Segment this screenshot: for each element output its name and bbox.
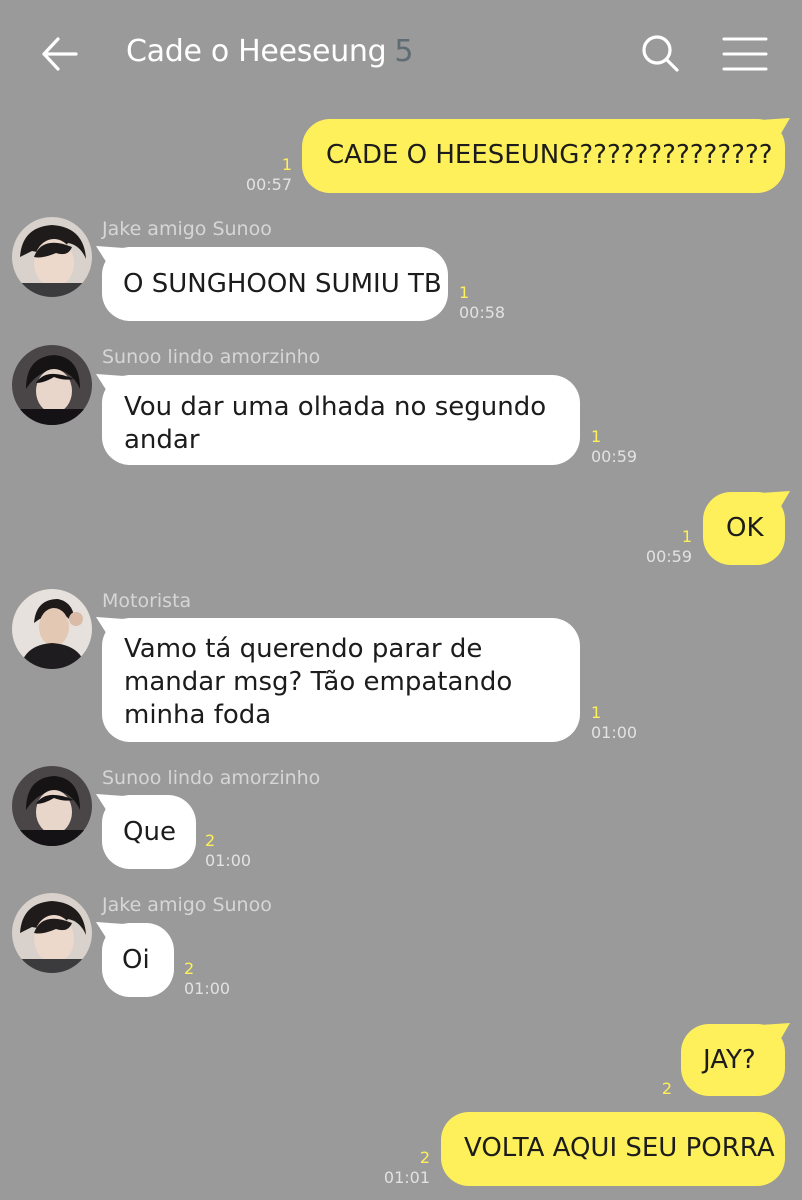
message-time: 01:01 <box>383 1168 430 1187</box>
message-meta: 1 00:59 <box>591 427 637 467</box>
message-text: O SUNGHOON SUMIU TB <box>123 269 442 299</box>
message-meta: 1 00:58 <box>459 283 505 323</box>
chat-title-text: Cade o Heeseung <box>126 34 387 69</box>
member-count: 5 <box>394 34 414 69</box>
search-icon <box>642 35 679 72</box>
avatar-jake[interactable] <box>12 893 92 973</box>
bubble-tail <box>96 794 124 816</box>
message-text: Vamo tá querendo parar de mandar msg? Tã… <box>124 634 513 730</box>
bubble-tail <box>760 491 790 515</box>
incoming-message-bubble[interactable]: Vamo tá querendo parar de mandar msg? Tã… <box>102 618 580 742</box>
unread-count: 1 <box>459 283 470 302</box>
message-meta: 2 01:00 <box>184 959 230 999</box>
unread-count: 1 <box>681 527 692 546</box>
outgoing-message-bubble[interactable]: VOLTA AQUI SEU PORRA <box>441 1112 785 1186</box>
unread-count: 2 <box>661 1079 672 1098</box>
message-meta: 1 00:57 <box>230 155 292 195</box>
chat-header: Cade o Heeseung 5 <box>0 0 802 105</box>
unread-count: 2 <box>205 831 216 850</box>
message-time: 00:58 <box>459 303 506 322</box>
message-meta: 2 01:00 <box>205 831 251 871</box>
message-meta: 2 01:01 <box>368 1148 430 1188</box>
avatar-motorista[interactable] <box>12 589 92 669</box>
message-text: Oi <box>122 945 150 975</box>
back-arrow-icon <box>42 37 78 71</box>
menu-button[interactable] <box>718 30 772 78</box>
message-time: 00:59 <box>645 547 692 566</box>
bubble-tail <box>96 374 124 396</box>
unread-count: 2 <box>419 1148 430 1167</box>
avatar-sunoo[interactable] <box>12 345 92 425</box>
message-text: Vou dar uma olhada no segundo andar <box>124 392 547 455</box>
sender-name: Motorista <box>102 590 192 612</box>
menu-icon <box>722 37 768 71</box>
sender-name: Sunoo lindo amorzinho <box>102 767 321 789</box>
sender-name: Sunoo lindo amorzinho <box>102 346 321 368</box>
message-time: 00:57 <box>245 175 292 194</box>
message-text: JAY? <box>703 1045 756 1075</box>
avatar-jake[interactable] <box>12 217 92 297</box>
bubble-tail <box>760 1023 790 1047</box>
message-meta: 2 <box>610 1079 672 1099</box>
message-text: VOLTA AQUI SEU PORRA <box>464 1133 775 1163</box>
message-time: 01:00 <box>591 723 638 742</box>
sender-name: Jake amigo Sunoo <box>102 894 272 916</box>
message-time: 01:00 <box>205 851 252 870</box>
message-time: 01:00 <box>184 979 231 998</box>
unread-count: 2 <box>184 959 195 978</box>
bubble-tail <box>96 617 124 639</box>
search-button[interactable] <box>636 30 684 78</box>
sender-name: Jake amigo Sunoo <box>102 218 272 240</box>
message-meta: 1 01:00 <box>591 703 637 743</box>
chat-title: Cade o Heeseung 5 <box>126 34 413 69</box>
outgoing-message-bubble[interactable]: CADE O HEESEUNG?????????????? <box>302 119 785 193</box>
unread-count: 1 <box>281 155 292 174</box>
message-meta: 1 00:59 <box>630 527 692 567</box>
incoming-message-bubble[interactable]: O SUNGHOON SUMIU TB <box>102 247 448 321</box>
bubble-tail <box>96 246 124 268</box>
incoming-message-bubble[interactable]: Vou dar uma olhada no segundo andar <box>102 375 580 465</box>
bubble-tail <box>760 118 790 142</box>
unread-count: 1 <box>591 427 602 446</box>
message-time: 00:59 <box>591 447 638 466</box>
avatar-sunoo[interactable] <box>12 766 92 846</box>
message-text: OK <box>726 513 764 543</box>
unread-count: 1 <box>591 703 602 722</box>
message-text: Que <box>123 817 176 847</box>
message-text: CADE O HEESEUNG?????????????? <box>326 140 773 170</box>
back-button[interactable] <box>36 30 84 78</box>
bubble-tail <box>96 922 124 944</box>
